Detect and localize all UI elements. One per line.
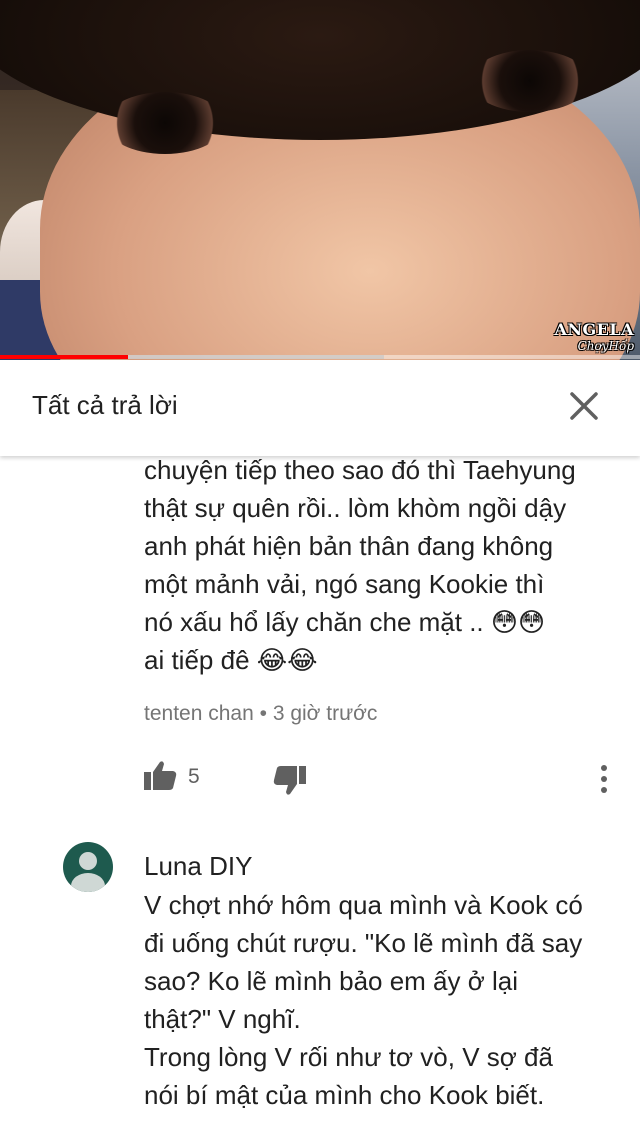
close-icon (570, 392, 598, 420)
meta-separator: • (259, 702, 267, 725)
video-eye-left (105, 92, 225, 154)
panel-title: Tất cả trả lời (32, 390, 178, 420)
reply-text: chuyện tiếp theo sao đó thì Taehyung thậ… (144, 455, 576, 675)
reply-actions: 5 (0, 757, 640, 817)
video-watermark: ANGELA ChợyHốp (554, 320, 634, 353)
reply-author[interactable]: Luna DIY (144, 851, 252, 882)
more-options-button[interactable] (592, 759, 616, 799)
reply-author[interactable]: tenten chan (144, 702, 254, 725)
avatar[interactable] (63, 842, 113, 892)
reply-text: V chợt nhớ hôm qua mình và Kook có đi uố… (144, 890, 583, 1110)
avatar-person-icon-body (71, 873, 105, 892)
like-count: 5 (188, 765, 200, 788)
watermark-line1: ANGELA (554, 320, 634, 339)
thumbs-down-icon (273, 766, 306, 795)
video-eye-right (470, 50, 590, 112)
close-button[interactable] (562, 386, 606, 430)
avatar-person-icon-head (79, 852, 97, 870)
video-player[interactable]: ANGELA ChợyHốp (0, 0, 640, 360)
reply-time: 3 giờ trước (272, 702, 378, 725)
reply-meta: tenten chan • 3 giờ trước (144, 702, 377, 726)
thumbs-up-icon (144, 761, 177, 790)
like-button[interactable] (140, 757, 180, 797)
more-vert-icon (601, 765, 607, 793)
dislike-button[interactable] (270, 759, 310, 799)
watermark-line2: ChợyHốp (577, 339, 634, 353)
progress-played (0, 355, 128, 359)
video-progress-bar[interactable] (0, 355, 640, 359)
replies-panel-header: Tất cả trả lời (0, 360, 640, 456)
